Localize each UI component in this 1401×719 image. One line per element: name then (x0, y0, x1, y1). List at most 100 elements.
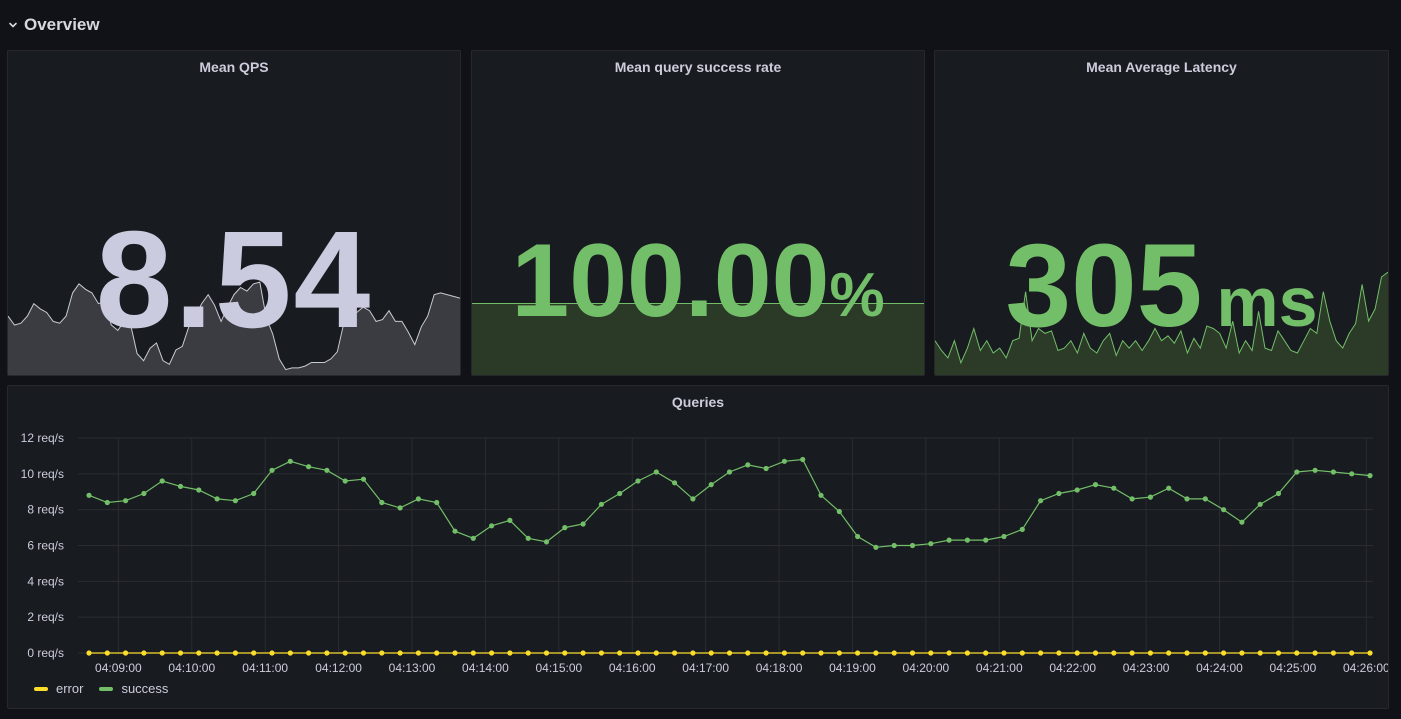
row-title: Overview (24, 15, 100, 34)
x-tick-label: 04:22:00 (1049, 661, 1096, 675)
data-point-error (1330, 650, 1336, 656)
stat-panel-mean-qps[interactable]: Mean QPS 8.54 (7, 50, 461, 376)
data-point-error (745, 650, 751, 656)
legend-swatch (99, 686, 114, 691)
data-point-error (1111, 650, 1117, 656)
queries-chart[interactable]: 0 req/s 2 req/s 4 req/s 6 req/s 8 req/s 10 re… (8, 386, 1388, 708)
data-point-error (562, 650, 568, 656)
legend-label: error (56, 681, 84, 696)
data-point-error (269, 650, 275, 656)
data-point-success (1092, 482, 1099, 488)
data-point-error (177, 650, 184, 656)
data-point-success (983, 537, 989, 543)
stat-value: 100.00% (511, 223, 885, 339)
legend-item-success[interactable]: success (99, 681, 168, 696)
data-point-error (287, 650, 293, 656)
panel-title: Mean query success rate (614, 59, 782, 75)
data-point-error (800, 650, 806, 656)
data-point-error (891, 650, 897, 656)
data-point-error (983, 650, 989, 656)
data-point-success (251, 490, 257, 497)
x-tick-label: 04:20:00 (903, 661, 950, 675)
data-point-success (342, 478, 348, 484)
data-point-error (104, 650, 110, 656)
data-point-error (672, 650, 678, 656)
x-tick-label: 04:25:00 (1270, 661, 1317, 675)
data-point-error (251, 650, 257, 656)
data-point-error (873, 650, 879, 656)
data-point-error (1092, 650, 1099, 656)
y-tick-label: 4 req/s (27, 574, 64, 588)
legend-swatch (34, 686, 48, 691)
x-tick-label: 04:21:00 (976, 661, 1023, 675)
stat-panel-mean-latency[interactable]: Mean Average Latency 305 ms (934, 50, 1389, 376)
data-point-error (342, 650, 348, 656)
data-point-success (1147, 494, 1153, 500)
data-point-success (1111, 485, 1117, 491)
data-point-success (141, 490, 147, 497)
data-point-error (964, 650, 971, 656)
data-point-success (1221, 507, 1227, 513)
data-point-success (232, 498, 238, 504)
data-point-success (818, 492, 824, 498)
x-tick-label: 04:16:00 (609, 661, 656, 675)
legend-label: success (121, 681, 169, 696)
data-point-error (1349, 650, 1355, 656)
data-point-error (1239, 650, 1245, 656)
data-point-success (434, 499, 440, 506)
stat-panel-success-rate[interactable]: Mean query success rate 100.00% (471, 50, 925, 376)
data-point-success (287, 458, 293, 464)
data-point-success (635, 478, 641, 484)
y-tick-label: 8 req/s (27, 503, 64, 517)
data-point-error (836, 650, 842, 656)
chevron-down-icon (8, 20, 18, 30)
data-point-error (855, 650, 861, 656)
data-point-success (1257, 501, 1263, 507)
row-collapse-toggle[interactable]: Overview (8, 12, 100, 38)
data-point-success (690, 496, 696, 502)
data-point-error (928, 650, 934, 656)
data-point-success (617, 490, 623, 497)
timeseries-panel-queries[interactable]: Queries 0 req/s 2 req/s 4 req/s 6 req/s 8 re… (7, 385, 1389, 709)
data-point-error (1147, 650, 1153, 656)
data-point-success (763, 465, 769, 472)
data-point-success (708, 482, 714, 488)
data-point-error (1184, 650, 1190, 656)
y-tick-label: 0 req/s (27, 646, 64, 660)
x-tick-label: 04:17:00 (682, 661, 729, 675)
x-tick-label: 04:24:00 (1196, 661, 1243, 675)
data-point-error (1221, 650, 1227, 656)
data-point-error (159, 650, 165, 656)
data-point-success (745, 462, 751, 468)
data-point-error (946, 650, 952, 656)
data-point-error (452, 650, 458, 656)
data-point-error (415, 650, 421, 656)
data-point-success (86, 492, 92, 498)
data-point-success (543, 539, 550, 545)
data-point-success (672, 480, 678, 486)
data-point-error (1019, 650, 1025, 656)
chart-legend: error success (34, 681, 168, 696)
data-point-error (580, 650, 586, 656)
data-point-success (269, 467, 275, 473)
data-point-error (1294, 650, 1300, 656)
x-tick-label: 04:26:00 (1343, 661, 1388, 675)
data-point-success (598, 501, 605, 507)
data-point-error (324, 650, 330, 656)
data-point-error (232, 650, 238, 656)
data-point-success (873, 544, 879, 550)
data-point-success (1367, 473, 1373, 479)
data-point-success (1202, 496, 1208, 502)
data-point-error (726, 650, 733, 656)
x-tick-label: 04:18:00 (756, 661, 803, 675)
legend-item-error[interactable]: error (34, 681, 83, 696)
data-point-success (836, 508, 842, 515)
data-point-success (946, 537, 952, 543)
data-point-error (617, 650, 623, 656)
data-point-success (1129, 496, 1135, 502)
data-point-error (1367, 650, 1373, 656)
data-point-success (196, 487, 202, 493)
x-tick-label: 04:11:00 (242, 661, 288, 675)
x-tick-label: 04:12:00 (315, 661, 362, 675)
data-point-success (214, 496, 220, 502)
